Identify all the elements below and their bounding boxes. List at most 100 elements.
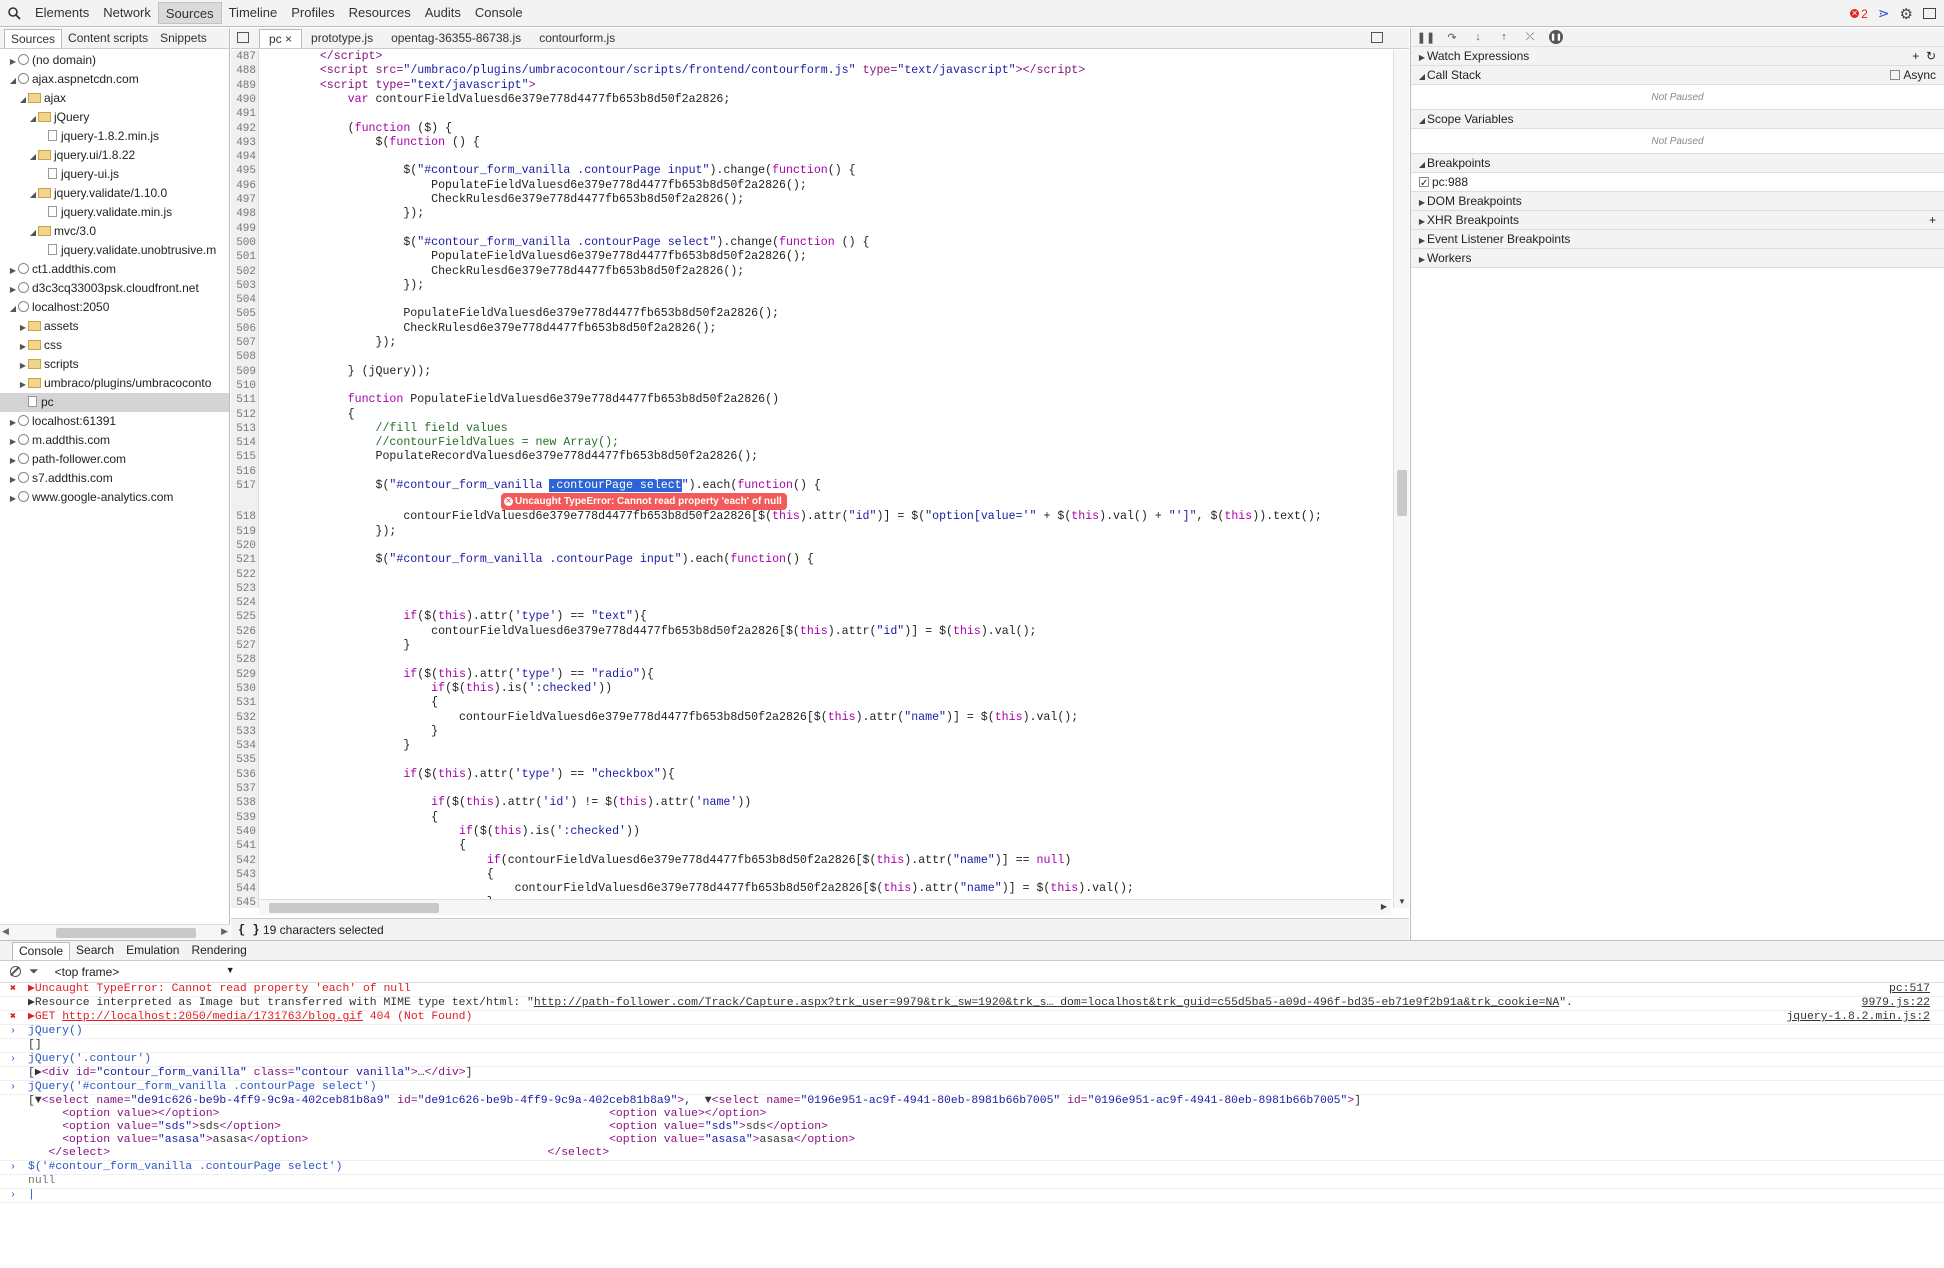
line-number[interactable]: 502 (231, 265, 256, 279)
tree-item[interactable]: ▶ s7.addthis.com (0, 469, 229, 488)
clear-console-icon[interactable] (9, 966, 21, 977)
tree-item[interactable]: ◢ jquery.validate/1.10.0 (0, 184, 229, 203)
editor-tab[interactable]: opentag-36355-86738.js (382, 29, 530, 48)
line-number[interactable]: 524 (231, 596, 256, 610)
line-number[interactable]: 515 (231, 450, 256, 464)
watch-expressions-header[interactable]: ▶ Watch Expressions + ↻ (1411, 47, 1944, 66)
line-number[interactable]: 519 (231, 525, 256, 539)
console-message[interactable]: › | (0, 1189, 1944, 1203)
line-number[interactable]: 505 (231, 307, 256, 321)
line-number[interactable]: 488 (231, 64, 256, 78)
line-number[interactable]: 500 (231, 236, 256, 250)
tree-item[interactable]: jquery.validate.min.js (0, 203, 229, 222)
tree-item[interactable]: ◢ jQuery (0, 108, 229, 127)
tree-item[interactable]: ▶ css (0, 336, 229, 355)
line-number[interactable]: 534 (231, 739, 256, 753)
line-number[interactable]: 545 (231, 896, 256, 908)
scope-variables-header[interactable]: ◢ Scope Variables (1411, 110, 1944, 129)
step-into-icon[interactable]: ↓ (1471, 30, 1485, 44)
xhr-breakpoints-header[interactable]: ▶ XHR Breakpoints + (1411, 211, 1944, 230)
tree-item[interactable]: jquery-ui.js (0, 165, 229, 184)
line-number[interactable]: 528 (231, 653, 256, 667)
breakpoint-item[interactable]: pc:988 (1411, 173, 1944, 193)
line-number[interactable]: 489 (231, 79, 256, 93)
line-number[interactable]: 509 (231, 365, 256, 379)
line-number[interactable]: 529 (231, 668, 256, 682)
line-number[interactable]: 498 (231, 207, 256, 221)
line-number[interactable]: 501 (231, 250, 256, 264)
tree-item[interactable]: ▶ (no domain) (0, 51, 229, 70)
line-number[interactable]: 521 (231, 553, 256, 567)
line-number[interactable]: 506 (231, 322, 256, 336)
tree-item[interactable]: jquery.validate.unobtrusive.m (0, 241, 229, 260)
line-number[interactable]: 514 (231, 436, 256, 450)
tree-item[interactable]: ▶ d3c3cq33003psk.cloudfront.net (0, 279, 229, 298)
editor-vertical-scrollbar[interactable]: ▼ (1393, 50, 1409, 908)
editor-horizontal-scrollbar[interactable]: ▶ (259, 899, 1391, 915)
editor-tab[interactable]: pc × (259, 29, 303, 48)
line-number[interactable]: 496 (231, 179, 256, 193)
frame-selector[interactable]: <top frame> ▼ (55, 965, 235, 979)
event-listener-breakpoints-header[interactable]: ▶ Event Listener Breakpoints (1411, 230, 1944, 249)
tree-item[interactable]: ◢ ajax.aspnetcdn.com (0, 70, 229, 89)
editor-tab[interactable]: prototype.js (302, 29, 382, 48)
tree-item[interactable]: ▶ path-follower.com (0, 450, 229, 469)
pause-on-exceptions-icon[interactable]: ❚❚ (1549, 30, 1563, 44)
tree-item[interactable]: ◢ localhost:2050 (0, 298, 229, 317)
line-number[interactable]: 541 (231, 839, 256, 853)
workers-header[interactable]: ▶ Workers (1411, 249, 1944, 268)
line-number[interactable]: 533 (231, 725, 256, 739)
line-number[interactable]: 522 (231, 568, 256, 582)
settings-gear-icon[interactable]: ⚙ (1900, 5, 1913, 23)
tree-item[interactable]: ▶ www.google-analytics.com (0, 488, 229, 507)
line-number[interactable]: 494 (231, 150, 256, 164)
line-number[interactable]: 510 (231, 379, 256, 393)
line-number[interactable]: 527 (231, 639, 256, 653)
search-icon[interactable] (0, 0, 28, 27)
add-watch-icon[interactable]: + (1912, 49, 1919, 63)
tree-item[interactable]: ▶ m.addthis.com (0, 431, 229, 450)
close-icon[interactable]: × (282, 32, 292, 46)
tree-item[interactable]: ▶ ct1.addthis.com (0, 260, 229, 279)
line-number[interactable]: 542 (231, 854, 256, 868)
tab-network[interactable]: Network (96, 2, 158, 24)
drawer-tab-search[interactable]: Search (70, 942, 120, 960)
line-number[interactable]: 493 (231, 136, 256, 150)
drawer-tab-emulation[interactable]: Emulation (120, 942, 185, 960)
toggle-debugger-icon[interactable] (1371, 32, 1383, 43)
console-drawer-icon[interactable]: ⋗ (1878, 5, 1890, 22)
line-number[interactable]: 490 (231, 93, 256, 107)
line-number[interactable]: 526 (231, 625, 256, 639)
tab-console[interactable]: Console (468, 2, 530, 24)
pretty-print-button[interactable]: { } (238, 919, 260, 941)
line-number[interactable]: 516 (231, 465, 256, 479)
filter-icon[interactable]: ⏷ (29, 964, 39, 979)
tree-item[interactable]: jquery-1.8.2.min.js (0, 127, 229, 146)
tree-item[interactable]: ▶ scripts (0, 355, 229, 374)
line-number[interactable]: 539 (231, 811, 256, 825)
breakpoint-checkbox[interactable] (1419, 174, 1429, 193)
tree-item[interactable]: ◢ jquery.ui/1.8.22 (0, 146, 229, 165)
line-number[interactable]: 492 (231, 122, 256, 136)
dom-breakpoints-header[interactable]: ▶ DOM Breakpoints (1411, 192, 1944, 211)
line-number[interactable] (231, 493, 256, 507)
line-number[interactable]: 535 (231, 753, 256, 767)
tab-timeline[interactable]: Timeline (222, 2, 285, 24)
tab-profiles[interactable]: Profiles (284, 2, 341, 24)
line-number[interactable]: 540 (231, 825, 256, 839)
line-number[interactable]: 503 (231, 279, 256, 293)
line-number[interactable]: 520 (231, 539, 256, 553)
drawer-tab-console[interactable]: Console (12, 942, 71, 960)
navigator-toggle-icon[interactable] (237, 32, 249, 43)
call-stack-header[interactable]: ◢ Call Stack Async (1411, 66, 1944, 85)
line-number[interactable]: 508 (231, 350, 256, 364)
tab-elements[interactable]: Elements (28, 2, 96, 24)
line-number[interactable]: 512 (231, 408, 256, 422)
line-number[interactable]: 507 (231, 336, 256, 350)
line-number[interactable]: 523 (231, 582, 256, 596)
source-link[interactable]: jquery-1.8.2.min.js:2 (1786, 1011, 1930, 1024)
tree-item[interactable]: ▶ assets (0, 317, 229, 336)
line-number[interactable]: 513 (231, 422, 256, 436)
tree-item[interactable]: ◢ ajax (0, 89, 229, 108)
source-link[interactable]: 9979.js:22 (1862, 997, 1930, 1010)
